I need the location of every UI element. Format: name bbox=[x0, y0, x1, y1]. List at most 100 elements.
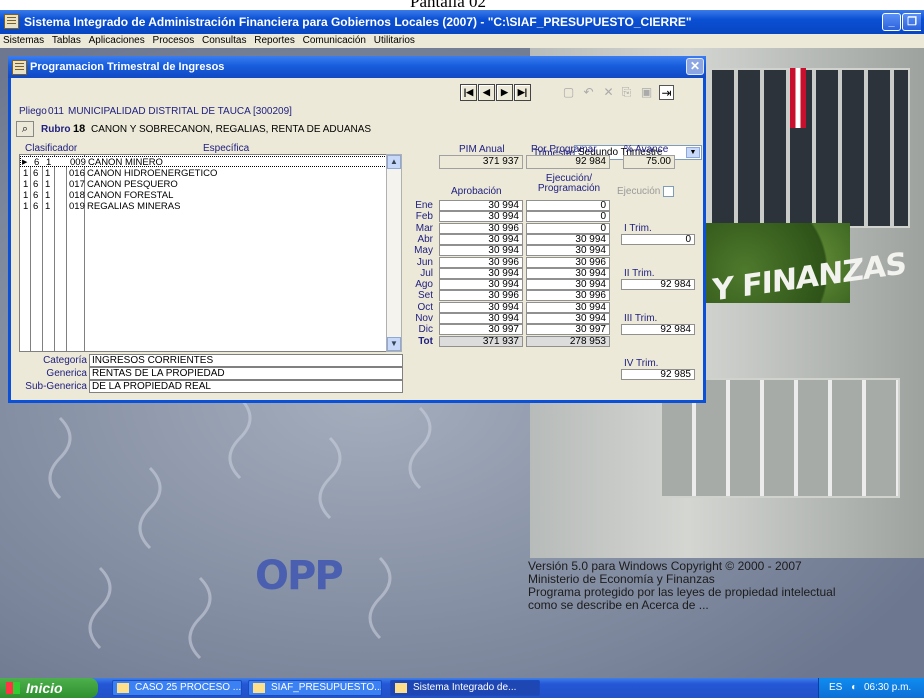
ejecucion-cell[interactable]: 30 994 bbox=[526, 267, 610, 279]
quarter-label: II Trim. bbox=[624, 268, 655, 279]
last-record-button[interactable]: ▶| bbox=[514, 84, 531, 101]
month-label: Abr bbox=[417, 233, 433, 245]
start-button[interactable]: Inicio bbox=[0, 678, 98, 698]
aprobacion-cell[interactable]: 30 997 bbox=[439, 324, 523, 336]
month-label: Mar bbox=[415, 222, 433, 234]
menu-reportes[interactable]: Reportes bbox=[254, 35, 295, 46]
menu-consultas[interactable]: Consultas bbox=[202, 35, 246, 46]
row-name: CANON FORESTAL bbox=[87, 190, 174, 201]
window-title: Sistema Integrado de Administración Fina… bbox=[24, 15, 692, 29]
scroll-up-icon[interactable]: ▲ bbox=[387, 155, 401, 169]
next-record-button[interactable]: ▶ bbox=[496, 84, 513, 101]
ejecucion-cell[interactable]: 30 996 bbox=[526, 290, 610, 302]
aprobacion-cell[interactable]: 30 994 bbox=[439, 245, 523, 257]
taskbar: Inicio CASO 25 PROCESO ... SIAF_PRESUPUE… bbox=[0, 678, 924, 698]
clock: 06:30 p.m. bbox=[863, 682, 912, 693]
quarter-value: 92 984 bbox=[621, 279, 695, 290]
task-label: SIAF_PRESUPUESTO... bbox=[271, 682, 382, 693]
avance-field: 75.00 bbox=[623, 155, 675, 169]
ejecucion-cell[interactable]: 0 bbox=[526, 222, 610, 234]
list-item-selected[interactable]: ▶ 6 1 1 009 CANON MINERO bbox=[20, 156, 395, 168]
row-code: 009 bbox=[70, 157, 86, 168]
aprobacion-cell[interactable]: 30 994 bbox=[439, 267, 523, 279]
menu-bar: Sistemas Tablas Aplicaciones Procesos Co… bbox=[0, 34, 924, 48]
restore-button[interactable]: ❐ bbox=[902, 13, 921, 31]
network-icon[interactable]: ◐ bbox=[851, 682, 857, 693]
row-code: 018 bbox=[69, 190, 85, 201]
exit-icon[interactable]: ⇥ bbox=[659, 85, 674, 100]
dialog-titlebar: Programacion Trimestral de Ingresos ✕ bbox=[8, 56, 706, 78]
aprobacion-cell[interactable]: 30 994 bbox=[439, 301, 523, 313]
row-name: CANON HIDROENERGETICO bbox=[87, 168, 218, 179]
quarter-label: I Trim. bbox=[624, 223, 652, 234]
aprobacion-cell[interactable]: 30 994 bbox=[439, 200, 523, 211]
windows-logo-icon bbox=[6, 682, 20, 694]
row-name: CANON MINERO bbox=[88, 157, 163, 168]
menu-utilitarios[interactable]: Utilitarios bbox=[374, 35, 415, 46]
flag-icon bbox=[790, 68, 806, 128]
scroll-down-icon[interactable]: ▼ bbox=[387, 337, 401, 351]
row-code: 016 bbox=[69, 168, 85, 179]
ejecucion-cell[interactable]: 0 bbox=[526, 211, 610, 223]
version-line: como se describe en Acerca de ... bbox=[528, 598, 709, 612]
aprobacion-cell[interactable]: 30 996 bbox=[439, 290, 523, 302]
ejecucion-cell[interactable]: 30 994 bbox=[526, 279, 610, 291]
app-icon bbox=[395, 683, 407, 693]
ejecucion-prog-label: Ejecución/ Programación bbox=[537, 173, 601, 194]
binoculars-icon[interactable]: ⌕ bbox=[16, 121, 34, 137]
first-record-button[interactable]: |◀ bbox=[460, 84, 477, 101]
system-tray: ES ◐ 06:30 p.m. bbox=[818, 678, 924, 698]
clasificador-list[interactable]: ▶ 6 1 1 009 CANON MINERO 1 6 1 016 CANON… bbox=[19, 154, 395, 352]
col-divider bbox=[66, 155, 67, 351]
total-label: Tot bbox=[418, 335, 433, 347]
menu-sistemas[interactable]: Sistemas bbox=[3, 35, 44, 46]
aprobacion-cell[interactable]: 30 994 bbox=[439, 233, 523, 245]
close-button[interactable]: ✕ bbox=[686, 58, 704, 75]
ejecucion-cell[interactable]: 0 bbox=[526, 200, 610, 211]
pim-field: 371 937 bbox=[439, 155, 523, 169]
delete-icon[interactable]: ✕ bbox=[601, 85, 616, 100]
menu-comunicacion[interactable]: Comunicación bbox=[303, 35, 366, 46]
ejecucion-cell[interactable]: 30 996 bbox=[526, 256, 610, 268]
pliego-name: MUNICIPALIDAD DISTRITAL DE TAUCA [300209… bbox=[68, 106, 292, 117]
month-label: Feb bbox=[415, 211, 433, 223]
ejecucion-label: Ejecución bbox=[617, 186, 661, 197]
prev-record-button[interactable]: ◀ bbox=[478, 84, 495, 101]
month-label: Jun bbox=[416, 256, 433, 268]
ejecucion-cell[interactable]: 30 994 bbox=[526, 245, 610, 257]
list-scrollbar[interactable]: ▲ ▼ bbox=[386, 154, 402, 352]
aprobacion-cell[interactable]: 30 996 bbox=[439, 256, 523, 268]
row-code: 019 bbox=[69, 201, 85, 212]
taskbar-item-caso[interactable]: CASO 25 PROCESO ... bbox=[112, 680, 242, 696]
menu-tablas[interactable]: Tablas bbox=[52, 35, 81, 46]
save-icon[interactable]: ▣ bbox=[639, 85, 654, 100]
row-c2: 6 bbox=[33, 179, 39, 190]
ejecucion-cell[interactable]: 30 994 bbox=[526, 313, 610, 324]
minimize-button[interactable]: _ bbox=[882, 13, 901, 31]
row-c2: 6 bbox=[33, 190, 39, 201]
language-indicator[interactable]: ES bbox=[829, 682, 842, 693]
ejecucion-cell[interactable]: 30 994 bbox=[526, 233, 610, 245]
taskbar-item-folder[interactable]: SIAF_PRESUPUESTO... bbox=[248, 680, 382, 696]
row-c3: 1 bbox=[45, 190, 51, 201]
ejecucion-checkbox[interactable] bbox=[663, 186, 674, 197]
aprobacion-cell[interactable]: 30 996 bbox=[439, 222, 523, 234]
undo-icon[interactable]: ↶ bbox=[581, 85, 596, 100]
copy-icon[interactable]: ⎘ bbox=[619, 85, 634, 100]
aprobacion-cell[interactable]: 30 994 bbox=[439, 313, 523, 324]
pliego-code: 011 bbox=[48, 106, 64, 117]
aprobacion-cell[interactable]: 30 994 bbox=[439, 279, 523, 291]
menu-aplicaciones[interactable]: Aplicaciones bbox=[89, 35, 145, 46]
page-caption: Pantalla 02 bbox=[0, 0, 924, 10]
programacion-dialog: Programacion Trimestral de Ingresos ✕ |◀… bbox=[8, 56, 706, 403]
quarter-value: 92 985 bbox=[621, 369, 695, 380]
ejecucion-cell[interactable]: 30 997 bbox=[526, 324, 610, 336]
quarter-value: 92 984 bbox=[621, 324, 695, 335]
menu-procesos[interactable]: Procesos bbox=[153, 35, 195, 46]
generica-label: Generica bbox=[46, 368, 87, 379]
new-icon[interactable]: ▢ bbox=[561, 85, 576, 100]
taskbar-item-siaf[interactable]: Sistema Integrado de... bbox=[390, 680, 540, 696]
row-name: REGALIAS MINERAS bbox=[87, 201, 181, 212]
ejecucion-cell[interactable]: 30 994 bbox=[526, 301, 610, 313]
aprobacion-cell[interactable]: 30 994 bbox=[439, 211, 523, 223]
